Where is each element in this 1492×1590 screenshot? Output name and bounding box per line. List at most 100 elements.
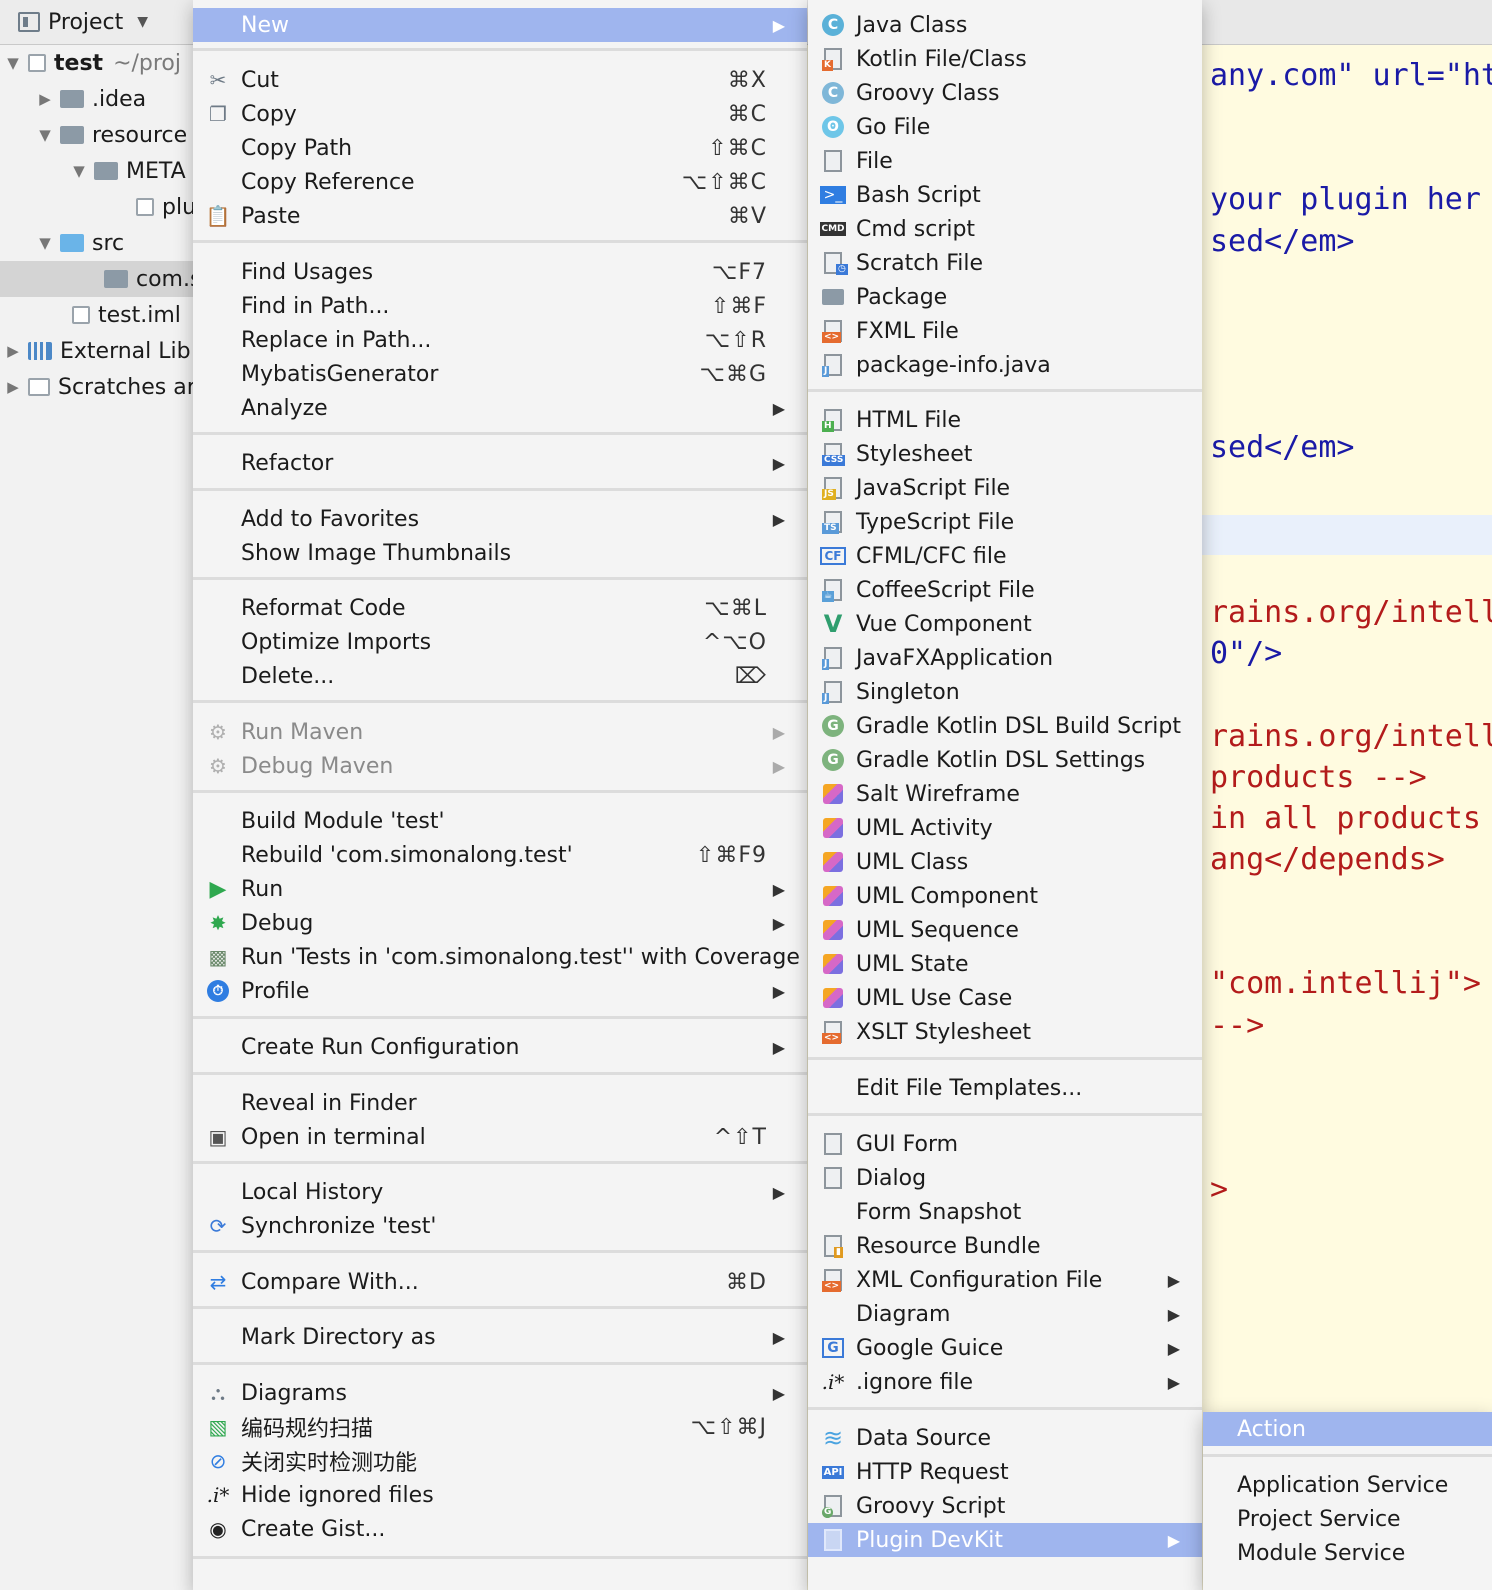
menu-item-uml-state[interactable]: UML State: [808, 947, 1202, 981]
menu-item-module-service[interactable]: Module Service: [1203, 1536, 1492, 1570]
expand-arrow-icon[interactable]: ▼: [38, 234, 52, 252]
menu-item-coffeescript-file[interactable]: ☕ CoffeeScript File: [808, 573, 1202, 607]
menu-item-gradle-kotlin-settings[interactable]: G Gradle Kotlin DSL Settings: [808, 743, 1202, 777]
menu-item-run-maven[interactable]: ⚙ Run Maven ▶: [193, 715, 807, 749]
menu-item-ignore-file[interactable]: .i* .ignore file ▶: [808, 1365, 1202, 1399]
menu-item-mybatis-generator[interactable]: MybatisGenerator ⌥⌘G: [193, 357, 807, 391]
menu-item-local-history[interactable]: Local History ▶: [193, 1175, 807, 1209]
tree-item-idea[interactable]: ▶ .idea: [0, 81, 200, 117]
project-view-header[interactable]: Project ▼: [0, 0, 200, 45]
menu-item-delete[interactable]: Delete... ⌦: [193, 659, 807, 693]
tree-item-plugin-xml[interactable]: plu: [0, 189, 200, 225]
menu-item-mark-directory-as[interactable]: Mark Directory as ▶: [193, 1320, 807, 1354]
menu-item-open-in-terminal[interactable]: ▣ Open in terminal ^⇧T: [193, 1120, 807, 1154]
tree-item-src[interactable]: ▼ src: [0, 225, 200, 261]
menu-item-replace-in-path[interactable]: Replace in Path... ⌥⇧R: [193, 323, 807, 357]
expand-arrow-icon[interactable]: ▼: [72, 162, 86, 180]
tree-item-scratches[interactable]: ▶ Scratches ar: [0, 369, 200, 405]
menu-item-diagram[interactable]: Diagram ▶: [808, 1297, 1202, 1331]
menu-item-package[interactable]: Package: [808, 280, 1202, 314]
expand-arrow-icon[interactable]: ▶: [6, 378, 20, 396]
menu-item-create-run-configuration[interactable]: Create Run Configuration ▶: [193, 1030, 807, 1064]
menu-item-find-usages[interactable]: Find Usages ⌥F7: [193, 255, 807, 289]
menu-item-refactor[interactable]: Refactor ▶: [193, 446, 807, 480]
menu-item-kotlin-file[interactable]: K Kotlin File/Class: [808, 42, 1202, 76]
menu-item-new[interactable]: New ▶: [193, 8, 807, 42]
menu-item-javascript-file[interactable]: JS JavaScript File: [808, 471, 1202, 505]
menu-item-xml-configuration-file[interactable]: <> XML Configuration File ▶: [808, 1263, 1202, 1297]
menu-item-copy-reference[interactable]: Copy Reference ⌥⇧⌘C: [193, 165, 807, 199]
menu-item-optimize-imports[interactable]: Optimize Imports ^⌥O: [193, 625, 807, 659]
tree-item-package[interactable]: com.s: [0, 261, 200, 297]
tree-item-meta-inf[interactable]: ▼ META: [0, 153, 200, 189]
menu-item-action[interactable]: Action: [1203, 1412, 1492, 1446]
menu-item-reveal-in-finder[interactable]: Reveal in Finder: [193, 1086, 807, 1120]
menu-item-scratch-file[interactable]: ◷ Scratch File: [808, 246, 1202, 280]
menu-item-fxml-file[interactable]: <> FXML File: [808, 314, 1202, 348]
menu-item-dialog[interactable]: Dialog: [808, 1161, 1202, 1195]
menu-item-uml-class[interactable]: UML Class: [808, 845, 1202, 879]
menu-item-project-service[interactable]: Project Service: [1203, 1502, 1492, 1536]
menu-item-http-request[interactable]: API HTTP Request: [808, 1455, 1202, 1489]
menu-item-gradle-kotlin-build[interactable]: G Gradle Kotlin DSL Build Script: [808, 709, 1202, 743]
menu-item-gui-form[interactable]: GUI Form: [808, 1127, 1202, 1161]
tree-item-test[interactable]: ▼ test ~/proj: [0, 45, 200, 81]
menu-item-cfml-file[interactable]: CF CFML/CFC file: [808, 539, 1202, 573]
expand-arrow-icon[interactable]: ▼: [6, 54, 20, 72]
menu-item-uml-activity[interactable]: UML Activity: [808, 811, 1202, 845]
menu-item-groovy-script[interactable]: G Groovy Script: [808, 1489, 1202, 1523]
menu-item-close-realtime-check[interactable]: ⊘ 关闭实时检测功能: [193, 1444, 807, 1478]
menu-item-uml-use-case[interactable]: UML Use Case: [808, 981, 1202, 1015]
menu-item-run-with-coverage[interactable]: ▩ Run 'Tests in 'com.simonalong.test'' w…: [193, 940, 807, 974]
menu-item-data-source[interactable]: ≋ Data Source: [808, 1421, 1202, 1455]
menu-item-google-guice[interactable]: G Google Guice ▶: [808, 1331, 1202, 1365]
menu-item-typescript-file[interactable]: TS TypeScript File: [808, 505, 1202, 539]
menu-item-uml-sequence[interactable]: UML Sequence: [808, 913, 1202, 947]
menu-item-compare-with[interactable]: ⇄ Compare With... ⌘D: [193, 1265, 807, 1299]
menu-item-salt-wireframe[interactable]: Salt Wireframe: [808, 777, 1202, 811]
menu-item-uml-component[interactable]: UML Component: [808, 879, 1202, 913]
menu-item-edit-file-templates[interactable]: Edit File Templates...: [808, 1071, 1202, 1105]
menu-item-vue-component[interactable]: V Vue Component: [808, 607, 1202, 641]
menu-item-debug-maven[interactable]: ⚙ Debug Maven ▶: [193, 749, 807, 783]
menu-item-stylesheet[interactable]: CSS Stylesheet: [808, 437, 1202, 471]
menu-item-form-snapshot[interactable]: Form Snapshot: [808, 1195, 1202, 1229]
menu-item-package-info[interactable]: J package-info.java: [808, 348, 1202, 382]
tree-item-resource[interactable]: ▼ resource: [0, 117, 200, 153]
menu-item-resource-bundle[interactable]: ▮ Resource Bundle: [808, 1229, 1202, 1263]
expand-arrow-icon[interactable]: ▶: [6, 342, 20, 360]
menu-item-find-in-path[interactable]: Find in Path... ⇧⌘F: [193, 289, 807, 323]
menu-item-create-gist[interactable]: ◉ Create Gist...: [193, 1512, 807, 1546]
tree-item-test-iml[interactable]: test.iml: [0, 297, 200, 333]
expand-arrow-icon[interactable]: ▶: [38, 90, 52, 108]
menu-item-show-image-thumbnails[interactable]: Show Image Thumbnails: [193, 536, 807, 570]
menu-item-javafx-application[interactable]: J JavaFXApplication: [808, 641, 1202, 675]
menu-item-synchronize[interactable]: ⟳ Synchronize 'test': [193, 1209, 807, 1243]
menu-item-copy[interactable]: ❐ Copy ⌘C: [193, 97, 807, 131]
menu-item-groovy-class[interactable]: C Groovy Class: [808, 76, 1202, 110]
menu-item-go-file[interactable]: ʘ Go File: [808, 110, 1202, 144]
menu-item-debug[interactable]: ✸ Debug ▶: [193, 906, 807, 940]
menu-item-cmd-script[interactable]: CMD Cmd script: [808, 212, 1202, 246]
menu-item-bash-script[interactable]: >_ Bash Script: [808, 178, 1202, 212]
menu-item-copy-path[interactable]: Copy Path ⇧⌘C: [193, 131, 807, 165]
menu-item-singleton[interactable]: J Singleton: [808, 675, 1202, 709]
menu-item-build-module[interactable]: Build Module 'test': [193, 804, 807, 838]
menu-item-hide-ignored-files[interactable]: .i* Hide ignored files: [193, 1478, 807, 1512]
menu-item-coding-scan[interactable]: ▧ 编码规约扫描 ⌥⇧⌘J: [193, 1410, 807, 1444]
expand-arrow-icon[interactable]: ▼: [38, 126, 52, 144]
menu-item-profile[interactable]: ⏱ Profile ▶: [193, 974, 807, 1008]
tree-item-external-libraries[interactable]: ▶ External Lib: [0, 333, 200, 369]
menu-item-plugin-devkit[interactable]: Plugin DevKit ▶: [808, 1523, 1202, 1557]
menu-item-html-file[interactable]: H HTML File: [808, 403, 1202, 437]
menu-item-diagrams[interactable]: ⛬ Diagrams ▶: [193, 1376, 807, 1410]
menu-item-run[interactable]: ▶ Run ▶: [193, 872, 807, 906]
menu-item-analyze[interactable]: Analyze ▶: [193, 391, 807, 425]
menu-item-application-service[interactable]: Application Service: [1203, 1468, 1492, 1502]
menu-item-file[interactable]: File: [808, 144, 1202, 178]
menu-item-cut[interactable]: ✂ Cut ⌘X: [193, 63, 807, 97]
menu-item-reformat-code[interactable]: Reformat Code ⌥⌘L: [193, 591, 807, 625]
menu-item-paste[interactable]: 📋 Paste ⌘V: [193, 199, 807, 233]
menu-item-rebuild[interactable]: Rebuild 'com.simonalong.test' ⇧⌘F9: [193, 838, 807, 872]
menu-item-add-to-favorites[interactable]: Add to Favorites ▶: [193, 502, 807, 536]
